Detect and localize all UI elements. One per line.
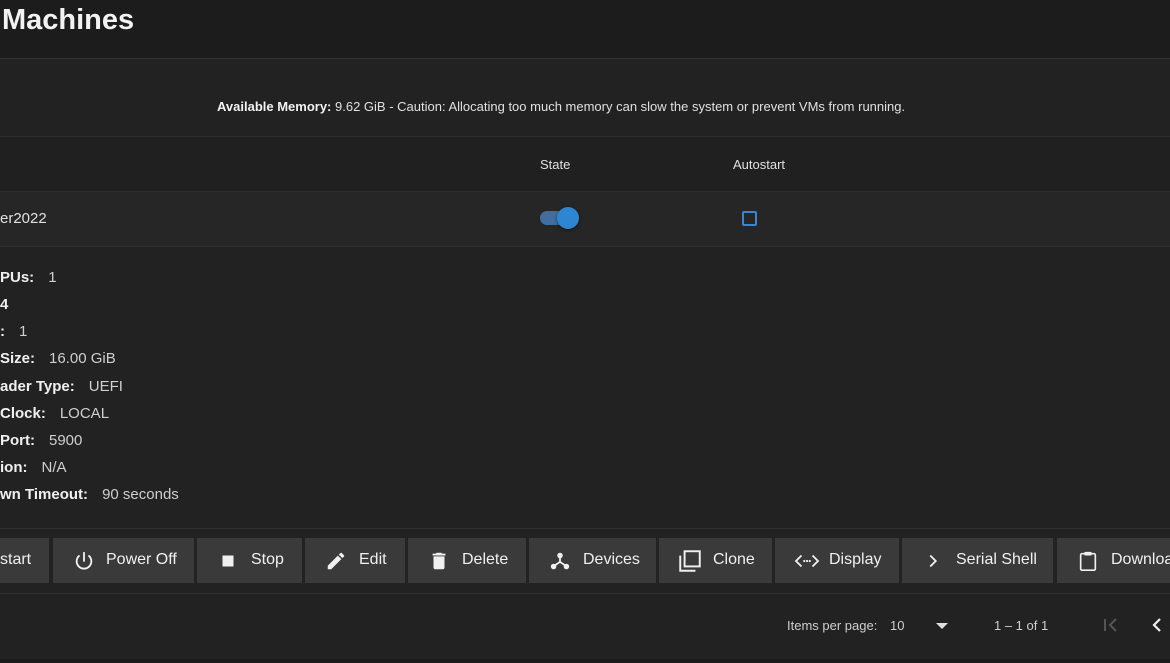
- detail-shutdown-timeout: wn Timeout: 90 seconds: [0, 486, 179, 503]
- memory-info: Available Memory: 9.62 GiB - Caution: Al…: [217, 99, 905, 114]
- devices-button[interactable]: Devices: [529, 538, 656, 583]
- column-state[interactable]: State: [540, 157, 570, 172]
- vm-card: Available Memory: 9.62 GiB - Caution: Al…: [0, 59, 1170, 659]
- action-bar: start Power Off Stop Edit Delete Devices…: [0, 528, 1170, 594]
- memory-banner: Available Memory: 9.62 GiB - Caution: Al…: [0, 59, 1170, 137]
- detail-label: Clock:: [0, 405, 46, 422]
- page-range: 1 – 1 of 1: [994, 618, 1049, 633]
- trash-icon: [432, 552, 446, 570]
- stop-button[interactable]: Stop: [197, 538, 302, 583]
- detail-vcpus: PUs: 1: [0, 269, 57, 286]
- detail-label: Port:: [0, 432, 35, 449]
- detail-label: ion:: [0, 459, 28, 476]
- memory-label: Available Memory:: [217, 99, 332, 114]
- detail-label: PUs:: [0, 269, 35, 286]
- previous-page-icon[interactable]: [1145, 613, 1169, 637]
- button-label: Delete: [462, 551, 509, 568]
- items-per-page-select[interactable]: 10: [886, 613, 956, 639]
- detail-value: LOCAL: [59, 405, 110, 422]
- devices-icon: [550, 552, 570, 570]
- download-button[interactable]: Downloa: [1057, 538, 1170, 583]
- table-row[interactable]: er2022: [0, 192, 1170, 247]
- page-title: Machines: [2, 4, 135, 36]
- detail-value: 16.00 GiB: [49, 350, 116, 367]
- detail-label: Size:: [0, 350, 36, 367]
- delete-button[interactable]: Delete: [408, 538, 526, 583]
- chevron-right-icon: [929, 554, 938, 568]
- first-page-icon[interactable]: [1099, 613, 1123, 637]
- power-icon: [75, 551, 93, 570]
- detail-value: UEFI: [88, 378, 123, 395]
- detail-cores: 4: [0, 296, 22, 313]
- clone-button[interactable]: Clone: [659, 538, 772, 583]
- button-label: Display: [829, 551, 882, 568]
- button-label: Devices: [583, 551, 640, 568]
- edit-button[interactable]: Edit: [305, 538, 405, 583]
- detail-value: 5900: [49, 432, 83, 449]
- detail-value: 1: [19, 323, 28, 340]
- stop-icon: [222, 555, 234, 567]
- button-label: Power Off: [106, 551, 177, 568]
- memory-text: 9.62 GiB - Caution: Allocating too much …: [331, 99, 906, 114]
- table-header: State Autostart: [0, 137, 1170, 192]
- button-label: Downloa: [1111, 551, 1170, 568]
- page-header: Machines: [0, 0, 1170, 59]
- detail-label: :: [0, 323, 5, 340]
- detail-memory-size: Size: 16.00 GiB: [0, 350, 116, 367]
- button-label: Edit: [359, 551, 387, 568]
- column-autostart[interactable]: Autostart: [733, 157, 785, 172]
- clone-icon: [679, 550, 701, 572]
- detail-value: 1: [48, 269, 57, 286]
- detail-value: 90 seconds: [102, 486, 179, 503]
- detail-label: ader Type:: [0, 378, 75, 395]
- detail-boot-loader: ader Type: UEFI: [0, 378, 123, 395]
- button-label: start: [0, 551, 32, 568]
- detail-value: N/A: [41, 459, 67, 476]
- code-arrows-icon: [794, 554, 820, 568]
- caret-down-icon: [936, 623, 948, 629]
- items-per-page-value: 10: [890, 618, 905, 633]
- button-label: Serial Shell: [956, 551, 1037, 568]
- power-off-button[interactable]: Power Off: [53, 538, 194, 583]
- detail-label: wn Timeout:: [0, 486, 89, 503]
- detail-display-port: Port: 5900: [0, 432, 82, 449]
- state-toggle[interactable]: [539, 206, 581, 230]
- detail-description: ion: N/A: [0, 459, 67, 476]
- vm-name: er2022: [0, 210, 47, 227]
- detail-clock: Clock: LOCAL: [0, 405, 109, 422]
- items-per-page-label: Items per page:: [787, 618, 878, 633]
- pencil-icon: [327, 552, 345, 570]
- autostart-checkbox[interactable]: [742, 211, 757, 226]
- detail-label: 4: [0, 296, 9, 313]
- toggle-thumb: [557, 207, 579, 229]
- display-button[interactable]: Display: [775, 538, 899, 583]
- detail-threads: :1: [0, 323, 27, 340]
- button-label: Clone: [713, 551, 755, 568]
- clipboard-icon: [1079, 551, 1097, 571]
- paginator: Items per page: 10 1 – 1 of 1: [0, 593, 1170, 659]
- restart-button[interactable]: start: [0, 538, 49, 583]
- button-label: Stop: [251, 551, 284, 568]
- serial-shell-button[interactable]: Serial Shell: [902, 538, 1053, 583]
